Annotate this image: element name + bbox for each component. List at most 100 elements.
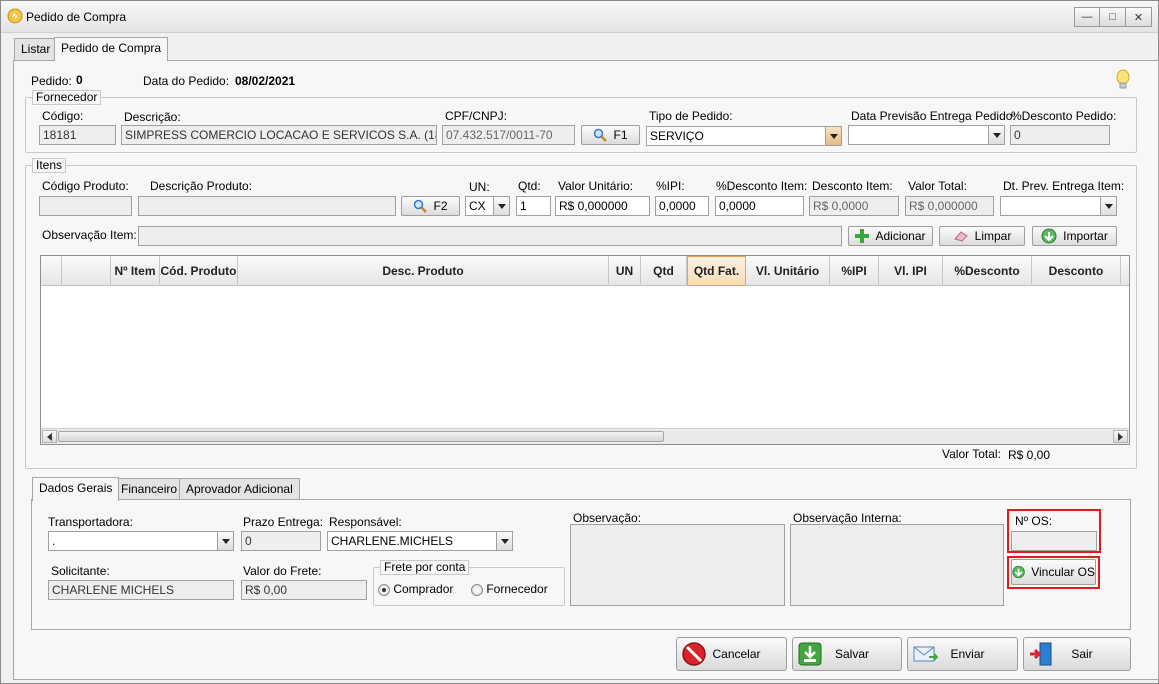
valor-total-label: Valor Total: bbox=[908, 179, 967, 193]
grid-col-desconto[interactable]: Desconto bbox=[1032, 256, 1121, 286]
importar-button[interactable]: Importar bbox=[1032, 226, 1117, 246]
grid-horizontal-scrollbar[interactable] bbox=[41, 428, 1129, 444]
valor-frete-field[interactable]: R$ 0,00 bbox=[241, 580, 367, 600]
grid-col-un[interactable]: UN bbox=[609, 256, 641, 286]
descricao-produto-label: Descrição Produto: bbox=[150, 179, 253, 193]
grid-col-vl-ipi[interactable]: Vl. IPI bbox=[879, 256, 943, 286]
valor-frete-label: Valor do Frete: bbox=[243, 564, 322, 578]
scroll-left-icon[interactable] bbox=[42, 430, 57, 443]
transportadora-select[interactable]: . bbox=[48, 531, 234, 551]
grid-col-cod-produto[interactable]: Cód. Produto bbox=[160, 256, 238, 286]
observacao-label: Observação: bbox=[573, 511, 642, 525]
tab-financeiro[interactable]: Financeiro bbox=[114, 478, 185, 500]
close-icon: ✕ bbox=[1133, 11, 1144, 24]
valor-unitario-field[interactable]: R$ 0,000000 bbox=[555, 196, 650, 216]
qtd-field[interactable]: 1 bbox=[516, 196, 551, 216]
cancelar-button[interactable]: Cancelar bbox=[676, 637, 787, 671]
exit-door-icon bbox=[1030, 642, 1052, 666]
tab-listar[interactable]: Listar bbox=[14, 38, 58, 60]
chevron-down-icon[interactable] bbox=[988, 126, 1004, 144]
obs-item-field[interactable] bbox=[138, 226, 842, 246]
sair-button[interactable]: Sair bbox=[1023, 637, 1131, 671]
codigo-field[interactable]: 18181 bbox=[39, 125, 116, 145]
valor-total-footer-label: Valor Total: bbox=[942, 447, 1001, 461]
pedido-label: Pedido: bbox=[31, 74, 72, 88]
cpf-field[interactable]: 07.432.517/0011-70 bbox=[442, 125, 575, 145]
previsao-select[interactable] bbox=[848, 125, 1005, 145]
vincular-os-button[interactable]: Vincular OS bbox=[1011, 559, 1096, 585]
grid-col-qtd-fat[interactable]: Qtd Fat. bbox=[687, 256, 746, 286]
codigo-produto-field[interactable] bbox=[39, 196, 132, 216]
envelope-icon bbox=[913, 646, 938, 662]
responsavel-select[interactable]: CHARLENE.MICHELS bbox=[327, 531, 513, 551]
magnifier-icon bbox=[414, 199, 428, 213]
salvar-label: Salvar bbox=[834, 647, 869, 661]
chevron-down-icon[interactable] bbox=[496, 532, 512, 550]
observacao-textarea[interactable] bbox=[570, 524, 785, 606]
dt-prev-select[interactable] bbox=[1000, 196, 1117, 216]
desconto-item-field[interactable]: R$ 0,0000 bbox=[809, 196, 899, 216]
limpar-label: Limpar bbox=[974, 229, 1012, 243]
maximize-button[interactable]: □ bbox=[1100, 7, 1126, 27]
close-button[interactable]: ✕ bbox=[1126, 7, 1152, 27]
salvar-button[interactable]: Salvar bbox=[792, 637, 902, 671]
magnifier-icon bbox=[594, 128, 608, 142]
grid-col-qtd[interactable]: Qtd bbox=[641, 256, 687, 286]
descricao-produto-field[interactable] bbox=[138, 196, 396, 216]
f2-search-button[interactable]: F2 bbox=[401, 196, 460, 216]
tab-aprovador-adicional[interactable]: Aprovador Adicional bbox=[179, 478, 300, 500]
tab-dados-gerais[interactable]: Dados Gerais bbox=[32, 477, 120, 501]
solicitante-field[interactable]: CHARLENE MICHELS bbox=[48, 580, 234, 600]
minimize-button[interactable]: — bbox=[1074, 7, 1100, 27]
observacao-interna-textarea[interactable] bbox=[790, 524, 1004, 606]
transportadora-value: . bbox=[52, 534, 56, 548]
grid-col-nitem[interactable]: Nº Item bbox=[111, 256, 160, 286]
grid-col-select[interactable] bbox=[62, 256, 111, 286]
desconto-item-label: Desconto Item: bbox=[812, 179, 893, 193]
un-select[interactable]: CX bbox=[465, 196, 510, 216]
itens-grid[interactable]: Nº Item Cód. Produto Desc. Produto UN Qt… bbox=[40, 255, 1130, 445]
grid-col-vl-unitario[interactable]: Vl. Unitário bbox=[746, 256, 830, 286]
un-label: UN: bbox=[469, 180, 490, 194]
ipi-field[interactable]: 0,0000 bbox=[655, 196, 709, 216]
scroll-thumb[interactable] bbox=[58, 431, 664, 442]
adicionar-button[interactable]: Adicionar bbox=[848, 226, 933, 246]
fornecedor-radio[interactable]: Fornecedor bbox=[471, 582, 548, 596]
radio-unchecked-icon bbox=[471, 583, 483, 596]
frete-por-conta-legend: Frete por conta bbox=[380, 560, 470, 575]
cpf-label: CPF/CNPJ: bbox=[445, 109, 508, 123]
descricao-field[interactable]: SIMPRESS COMERCIO LOCACAO E SERVICOS S.A… bbox=[121, 125, 437, 145]
valor-total-field[interactable]: R$ 0,000000 bbox=[905, 196, 994, 216]
f2-label: F2 bbox=[433, 199, 448, 213]
enviar-button[interactable]: Enviar bbox=[907, 637, 1018, 671]
prazo-entrega-field[interactable]: 0 bbox=[241, 531, 321, 551]
desconto-item-pct-field[interactable]: 0,0000 bbox=[715, 196, 804, 216]
tab-pedido-de-compra[interactable]: Pedido de Compra bbox=[54, 37, 169, 61]
nos-label: Nº OS: bbox=[1015, 514, 1053, 528]
comprador-radio[interactable]: Comprador bbox=[378, 582, 453, 596]
chevron-down-icon[interactable] bbox=[217, 532, 233, 550]
chevron-down-icon[interactable] bbox=[825, 127, 841, 145]
transportadora-label: Transportadora: bbox=[48, 515, 133, 529]
grid-col-desc-produto[interactable]: Desc. Produto bbox=[238, 256, 609, 286]
scroll-right-icon[interactable] bbox=[1113, 430, 1128, 443]
grid-col-ipi-pct[interactable]: %IPI bbox=[830, 256, 879, 286]
chevron-down-icon[interactable] bbox=[493, 197, 509, 215]
vincular-os-label: Vincular OS bbox=[1031, 565, 1095, 579]
un-value: CX bbox=[469, 199, 486, 213]
f1-search-button[interactable]: F1 bbox=[581, 125, 640, 145]
nos-field[interactable] bbox=[1011, 531, 1097, 551]
grid-col-indicator[interactable] bbox=[41, 256, 62, 286]
grid-col-desconto-pct[interactable]: %Desconto bbox=[943, 256, 1032, 286]
chevron-down-icon[interactable] bbox=[1100, 197, 1116, 215]
title-bar: Pedido de Compra — □ ✕ bbox=[1, 1, 1158, 33]
tipo-pedido-value: SERVIÇO bbox=[650, 129, 704, 143]
tipo-pedido-select[interactable]: SERVIÇO bbox=[646, 126, 842, 146]
observacao-interna-label: Observação Interna: bbox=[793, 511, 902, 525]
solicitante-label: Solicitante: bbox=[51, 564, 110, 578]
link-arrow-icon bbox=[1012, 565, 1025, 579]
limpar-button[interactable]: Limpar bbox=[939, 226, 1025, 246]
pedido-value: 0 bbox=[76, 73, 83, 87]
lightbulb-icon[interactable] bbox=[1115, 69, 1131, 91]
desconto-pedido-field[interactable]: 0 bbox=[1010, 125, 1110, 145]
